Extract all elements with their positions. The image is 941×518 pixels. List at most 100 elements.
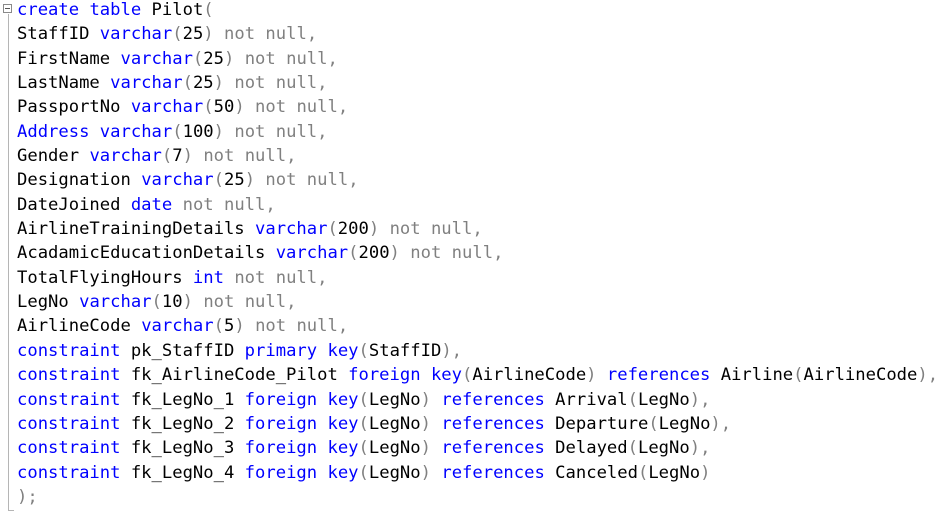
sql-operator-token: )	[420, 389, 431, 410]
code-line[interactable]: );	[17, 487, 941, 511]
sql-code-editor[interactable]: create table Pilot(StaffID varchar(25) n…	[0, 0, 941, 518]
sql-identifier-token	[245, 316, 255, 336]
code-line[interactable]: constraint fk_LegNo_4 foreign key(LegNo)…	[17, 463, 941, 487]
code-line[interactable]: Address varchar(100) not null,	[17, 122, 941, 146]
sql-keyword-token: foreign	[244, 389, 318, 410]
code-line[interactable]: constraint fk_LegNo_2 foreign key(LegNo)…	[17, 414, 941, 438]
sql-keyword-token: key	[327, 413, 359, 434]
sql-identifier-token: Departure	[544, 413, 649, 434]
sql-keyword-token: varchar	[275, 243, 349, 264]
sql-identifier-token: 5	[223, 316, 235, 337]
sql-operator-token: )	[586, 365, 597, 386]
sql-operator-token: )	[368, 219, 380, 240]
sql-identifier-token: 200	[337, 219, 369, 240]
sql-identifier-token: LegNo	[368, 413, 421, 434]
sql-identifier-token: 100	[182, 121, 214, 142]
sql-identifier-token: LegNo	[648, 462, 701, 483]
code-line[interactable]: constraint fk_AirlineCode_Pilot foreign …	[17, 365, 941, 389]
code-lines[interactable]: create table Pilot(StaffID varchar(25) n…	[17, 0, 941, 511]
sql-operator-token: ,	[317, 121, 328, 142]
sql-identifier-token: LegNo	[17, 292, 80, 313]
code-line[interactable]: constraint pk_StaffID primary key(StaffI…	[17, 341, 941, 365]
sql-operator-token: (	[793, 365, 804, 386]
code-line[interactable]: Designation varchar(25) not null,	[17, 170, 941, 194]
sql-keyword-token: constraint	[17, 438, 121, 459]
sql-keyword-token: varchar	[255, 219, 328, 240]
sql-operator-token: ,	[493, 243, 504, 264]
sql-operator-token: ,	[700, 438, 711, 459]
code-line[interactable]: FirstName varchar(25) not null,	[17, 49, 941, 73]
sql-identifier-token	[317, 463, 327, 483]
code-line[interactable]: Gender varchar(7) not null,	[17, 146, 941, 170]
sql-identifier-token: 25	[223, 170, 245, 191]
sql-keyword-token: varchar	[89, 146, 162, 167]
sql-identifier-token: AirlineCode	[803, 365, 918, 386]
sql-operator-token: ,	[720, 413, 732, 434]
sql-identifier-token: Airline	[710, 365, 794, 386]
sql-keyword-token: constraint	[17, 389, 121, 410]
sql-operator-token: (	[203, 0, 214, 20]
sql-keyword-token: constraint	[17, 413, 121, 434]
sql-operator-token: )	[213, 73, 224, 94]
sql-keyword-token: key	[327, 462, 359, 483]
sql-operator-token: ,	[472, 219, 483, 240]
sql-identifier-token: 50	[213, 97, 235, 118]
sql-keyword-token: varchar	[141, 170, 214, 191]
sql-operator-token: ,	[265, 194, 276, 215]
sql-keyword-token: references	[441, 438, 545, 459]
sql-identifier-token: fk_LegNo_3	[120, 438, 245, 459]
sql-keyword-token: key	[327, 438, 359, 459]
sql-identifier-token: fk_LegNo_1	[120, 389, 245, 410]
sql-keyword-token: varchar	[99, 121, 173, 142]
sql-identifier-token: AirlineCode	[472, 365, 587, 386]
sql-identifier-token: LegNo	[368, 462, 421, 483]
sql-keyword-token: key	[327, 340, 359, 361]
code-line[interactable]: AirlineTrainingDetails varchar(200) not …	[17, 219, 941, 243]
sql-identifier-token: AirlineTrainingDetails	[17, 219, 255, 240]
sql-operator-token: not null	[255, 316, 338, 337]
sql-identifier-token: LegNo	[368, 389, 421, 410]
code-line[interactable]: create table Pilot(	[17, 0, 941, 24]
code-line[interactable]: LastName varchar(25) not null,	[17, 73, 941, 97]
sql-identifier-token: 25	[203, 48, 224, 69]
sql-keyword-token: constraint	[17, 340, 121, 361]
sql-keyword-token: key	[430, 365, 462, 386]
sql-operator-token: (	[461, 365, 473, 386]
sql-operator-token: (	[358, 413, 369, 434]
sql-operator-token: (	[358, 462, 369, 483]
sql-identifier-token	[224, 122, 234, 142]
sql-keyword-token: references	[606, 365, 711, 386]
sql-keyword-token: date	[130, 194, 173, 215]
sql-operator-token: ,	[286, 146, 297, 167]
sql-operator-token: (	[348, 243, 359, 264]
sql-operator-token: )	[234, 316, 245, 337]
collapse-minus-icon[interactable]	[3, 4, 12, 13]
code-line[interactable]: constraint fk_LegNo_3 foreign key(LegNo)…	[17, 438, 941, 462]
sql-operator-token: (	[192, 48, 204, 69]
sql-operator-token: )	[223, 48, 235, 69]
sql-identifier-token: LegNo	[637, 389, 690, 410]
sql-identifier-token	[224, 73, 234, 93]
sql-operator-token: (	[327, 219, 338, 240]
code-line[interactable]: constraint fk_LegNo_1 foreign key(LegNo)…	[17, 390, 941, 414]
sql-operator-token: not null	[203, 292, 287, 313]
code-line[interactable]: StaffID varchar(25) not null,	[17, 24, 941, 48]
sql-operator-token: not null	[224, 24, 307, 45]
code-line[interactable]: TotalFlyingHours int not null,	[17, 268, 941, 292]
sql-operator-token: not null	[410, 243, 494, 264]
fold-gutter	[0, 0, 16, 518]
sql-operator-token: ,	[348, 170, 359, 191]
sql-operator-token: (	[203, 97, 214, 118]
sql-operator-token: (	[213, 316, 224, 337]
sql-identifier-token: fk_AirlineCode_Pilot	[120, 365, 349, 386]
sql-identifier-token	[193, 146, 203, 166]
code-line[interactable]: PassportNo varchar(50) not null,	[17, 97, 941, 121]
sql-operator-token: )	[234, 97, 245, 118]
sql-identifier-token: 25	[192, 73, 214, 94]
code-line[interactable]: AcadamicEducationDetails varchar(200) no…	[17, 243, 941, 267]
sql-operator-token: (	[358, 389, 369, 410]
sql-identifier-token: fk_LegNo_4	[120, 462, 245, 483]
code-line[interactable]: DateJoined date not null,	[17, 195, 941, 219]
code-line[interactable]: LegNo varchar(10) not null,	[17, 292, 941, 316]
code-line[interactable]: AirlineCode varchar(5) not null,	[17, 316, 941, 340]
